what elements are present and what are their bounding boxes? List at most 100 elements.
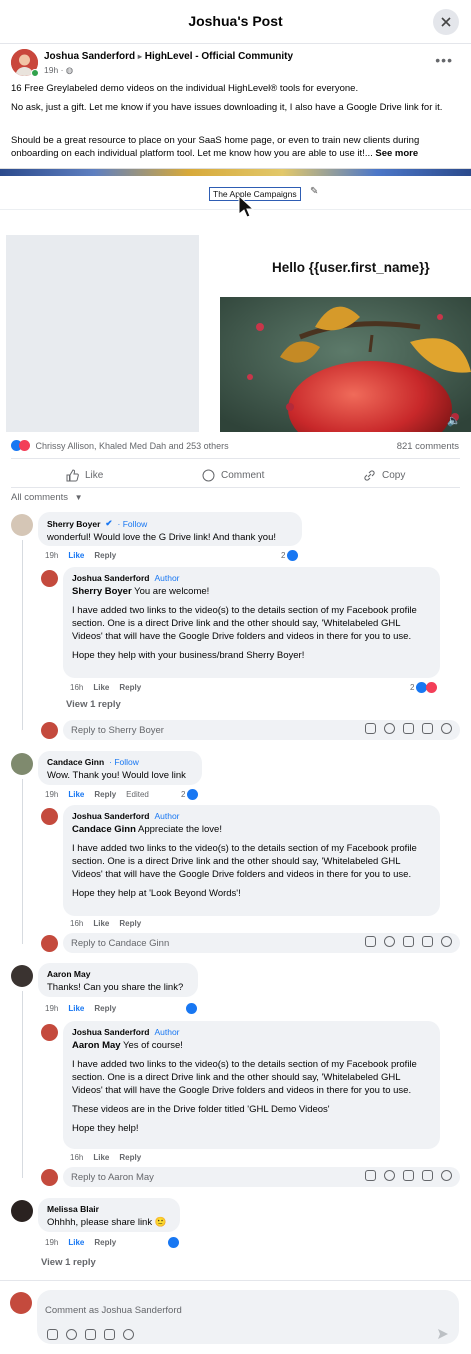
camera-icon[interactable] xyxy=(403,723,414,734)
reply-last-line: Hope they help at 'Look Beyond Words'! xyxy=(72,888,241,899)
copy-action-button[interactable]: Copy xyxy=(363,467,405,483)
send-icon[interactable] xyxy=(437,1328,449,1340)
author-reply-avatar[interactable] xyxy=(41,808,58,825)
commenter-avatar[interactable] xyxy=(11,965,33,987)
reply-link[interactable]: Reply xyxy=(94,1238,116,1247)
post-author[interactable]: Joshua Sanderford xyxy=(44,51,135,62)
author-reply-avatar[interactable] xyxy=(41,570,58,587)
commenter-avatar[interactable] xyxy=(11,1200,33,1222)
like-link[interactable]: Like xyxy=(93,1153,109,1162)
comment-meta: 19h Like Reply xyxy=(45,1238,116,1247)
avatar-sticker-icon[interactable] xyxy=(47,1329,58,1340)
comment-meta: 19h Like Reply xyxy=(45,551,116,560)
follow-link[interactable]: · Follow xyxy=(109,757,139,767)
comment-time[interactable]: 19h xyxy=(45,551,58,560)
reply-author-name[interactable]: Joshua Sanderford xyxy=(72,573,149,583)
commenter-name[interactable]: Melissa Blair xyxy=(47,1204,99,1214)
sticker-icon[interactable] xyxy=(123,1329,134,1340)
reply-link[interactable]: Reply xyxy=(94,551,116,560)
comments-count[interactable]: 821 comments xyxy=(397,441,459,452)
reply-body: I have added two links to the video(s) t… xyxy=(72,843,417,880)
commenter-name[interactable]: Sherry Boyer xyxy=(47,519,100,529)
sticker-icon[interactable] xyxy=(441,936,452,947)
campaign-label[interactable]: The Apple Campaigns xyxy=(209,187,301,201)
comment-time[interactable]: 19h xyxy=(45,1238,58,1247)
gif-icon[interactable] xyxy=(104,1329,115,1340)
author-reply-avatar[interactable] xyxy=(41,1024,58,1041)
reply-time[interactable]: 16h xyxy=(70,1153,83,1162)
comment-input[interactable]: Comment as Joshua Sanderford xyxy=(37,1290,459,1344)
avatar-sticker-icon[interactable] xyxy=(365,1170,376,1181)
like-reaction-icon[interactable] xyxy=(186,1003,197,1014)
comment-time[interactable]: 19h xyxy=(45,790,58,799)
like-link[interactable]: Like xyxy=(93,683,109,692)
more-options-icon[interactable]: ••• xyxy=(435,52,453,68)
reactors-text[interactable]: Chrissy Allison, Khaled Med Dah and 253 … xyxy=(36,441,229,451)
reply-time[interactable]: 16h xyxy=(70,919,83,928)
avatar-sticker-icon[interactable] xyxy=(365,936,376,947)
reply-link[interactable]: Reply xyxy=(119,683,141,692)
comment-reaction-count[interactable]: 2 xyxy=(181,789,199,800)
gif-icon[interactable] xyxy=(422,936,433,947)
author-badge: Author xyxy=(154,573,180,583)
reply-input[interactable]: Reply to Aaron May xyxy=(63,1167,460,1187)
mention[interactable]: Sherry Boyer xyxy=(72,586,132,597)
post-paragraph-2: No ask, just a gift. Let me know if you … xyxy=(11,102,443,113)
view-replies-link[interactable]: View 1 reply xyxy=(41,1257,96,1268)
like-action-button[interactable]: Like xyxy=(66,467,103,483)
emoji-icon[interactable] xyxy=(384,936,395,947)
reply-meta: 16h Like Reply xyxy=(70,1153,141,1162)
reply-input[interactable]: Reply to Candace Ginn xyxy=(63,933,460,953)
reply-meta: 16h Like Reply xyxy=(70,919,141,928)
camera-icon[interactable] xyxy=(85,1329,96,1340)
reply-author-name[interactable]: Joshua Sanderford xyxy=(72,1027,149,1037)
post-time[interactable]: 19h xyxy=(44,65,58,75)
sticker-icon[interactable] xyxy=(441,1170,452,1181)
comment-action-button[interactable]: Comment xyxy=(202,467,264,483)
gif-icon[interactable] xyxy=(422,723,433,734)
avatar-sticker-icon[interactable] xyxy=(365,723,376,734)
reply-link[interactable]: Reply xyxy=(94,790,116,799)
pencil-icon[interactable]: ✎ xyxy=(310,186,318,197)
reply-link[interactable]: Reply xyxy=(119,919,141,928)
like-reaction-icon[interactable] xyxy=(168,1237,179,1248)
like-link[interactable]: Like xyxy=(93,919,109,928)
comments-filter[interactable]: All comments ▼ xyxy=(11,492,83,503)
like-link[interactable]: Like xyxy=(68,790,84,799)
post-group[interactable]: HighLevel - Official Community xyxy=(145,51,293,62)
view-replies-link[interactable]: View 1 reply xyxy=(66,699,121,710)
reply-link[interactable]: Reply xyxy=(119,1153,141,1162)
preview-sidebar xyxy=(6,235,199,432)
comment-reaction-count[interactable]: 2 xyxy=(281,550,299,561)
camera-icon[interactable] xyxy=(403,1170,414,1181)
commenter-avatar[interactable] xyxy=(11,753,33,775)
camera-icon[interactable] xyxy=(403,936,414,947)
like-link[interactable]: Like xyxy=(68,551,84,560)
mention[interactable]: Candace Ginn xyxy=(72,824,136,835)
reactions-summary[interactable]: Chrissy Allison, Khaled Med Dah and 253 … xyxy=(11,440,460,454)
commenter-name[interactable]: Aaron May xyxy=(47,969,90,979)
emoji-icon[interactable] xyxy=(66,1329,77,1340)
mention[interactable]: Aaron May xyxy=(72,1040,121,1051)
like-link[interactable]: Like xyxy=(68,1238,84,1247)
close-button[interactable] xyxy=(433,9,459,35)
sticker-icon[interactable] xyxy=(441,723,452,734)
see-more-link[interactable]: See more xyxy=(375,148,418,159)
emoji-icon[interactable] xyxy=(384,1170,395,1181)
reply-link[interactable]: Reply xyxy=(94,1004,116,1013)
post-media[interactable]: The Apple Campaigns ✎ Hello {{user.first… xyxy=(0,168,471,432)
reply-time[interactable]: 16h xyxy=(70,683,83,692)
gif-icon[interactable] xyxy=(422,1170,433,1181)
my-avatar xyxy=(41,722,58,739)
reply-input[interactable]: Reply to Sherry Boyer xyxy=(63,720,460,740)
reply-author-name[interactable]: Joshua Sanderford xyxy=(72,811,149,821)
volume-icon[interactable]: 🔈 xyxy=(447,414,461,427)
emoji-icon[interactable] xyxy=(384,723,395,734)
reply-bubble: Joshua Sanderford Author Sherry Boyer You… xyxy=(63,567,440,678)
commenter-name[interactable]: Candace Ginn xyxy=(47,757,104,767)
follow-link[interactable]: · Follow xyxy=(118,519,148,529)
commenter-avatar[interactable] xyxy=(11,514,33,536)
reply-reaction-count[interactable]: 2 xyxy=(410,682,438,693)
like-link[interactable]: Like xyxy=(68,1004,84,1013)
comment-time[interactable]: 19h xyxy=(45,1004,58,1013)
